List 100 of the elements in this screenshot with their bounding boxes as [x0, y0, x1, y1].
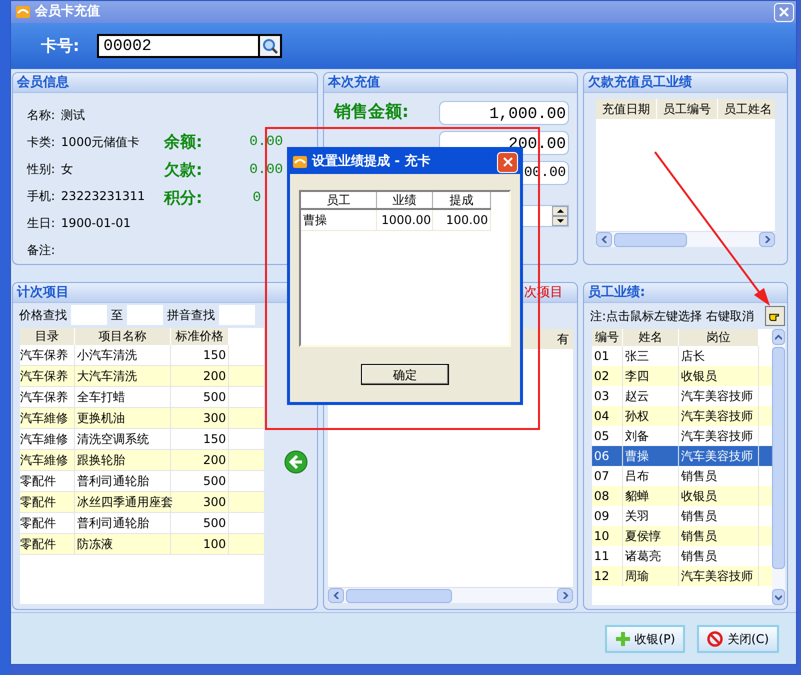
- balance-label: 积分:: [164, 187, 202, 209]
- scroll-thumb[interactable]: [772, 347, 785, 569]
- ok-button[interactable]: 确定: [361, 364, 449, 385]
- column-header: 有: [556, 331, 570, 348]
- field-label: 名称:: [27, 106, 56, 124]
- search-button[interactable]: [260, 34, 282, 58]
- table-cell: 200: [171, 450, 229, 470]
- scroll-down-button[interactable]: [772, 589, 785, 605]
- table-cell: 汽车維修: [20, 450, 75, 470]
- checkout-button[interactable]: 收银(P): [604, 624, 686, 652]
- field-value: 1000元储值卡: [61, 134, 140, 150]
- card-number-field[interactable]: 00002: [97, 34, 260, 58]
- table-cell: 500: [171, 471, 229, 491]
- balance-value: 0: [252, 188, 261, 208]
- field-value: 测试: [61, 106, 86, 124]
- pinyin-field[interactable]: [219, 304, 255, 324]
- close-button[interactable]: [774, 2, 794, 22]
- panel-title: 欠款充值员工业绩: [588, 74, 692, 92]
- search-label: 拼音查找: [167, 306, 215, 324]
- column-header: 充值日期: [596, 99, 657, 119]
- table-cell: 200: [171, 366, 229, 386]
- field-value: 1900-01-01: [61, 214, 131, 232]
- up-arrow-icon: [556, 209, 564, 213]
- table-cell: 零配件: [20, 534, 75, 554]
- table-cell: 大汽车清洗: [75, 366, 171, 386]
- table-cell: 100: [171, 534, 229, 554]
- staff-row[interactable]: 02 李四 收银员: [592, 366, 772, 386]
- panel-title: 会员信息: [17, 74, 69, 92]
- spin-up-button[interactable]: [552, 206, 568, 216]
- scroll-right-button[interactable]: [557, 588, 573, 603]
- table-cell: 防冻液: [75, 534, 171, 554]
- spin-down-button[interactable]: [552, 216, 568, 226]
- staff-row[interactable]: 06 曹操 汽车美容技师: [592, 446, 772, 466]
- staff-row[interactable]: 12 周瑜 汽车美容技师: [592, 566, 772, 586]
- panel-title: 员工业绩:: [588, 284, 646, 302]
- no-entry-icon: [707, 630, 724, 646]
- table-cell: 汽车保养: [20, 345, 75, 365]
- amount-field[interactable]: 1,000.00: [439, 101, 569, 125]
- field-label: 性别:: [27, 160, 56, 178]
- table-cell: 汽车美容技师: [679, 566, 759, 586]
- table-cell: 零配件: [20, 471, 75, 491]
- horizontal-scrollbar[interactable]: [596, 231, 775, 247]
- amount-label: 销售金额:: [334, 101, 409, 124]
- price-from-field[interactable]: [71, 304, 107, 324]
- scroll-up-button[interactable]: [772, 329, 785, 345]
- close-window-button[interactable]: 关闭(C): [697, 624, 779, 652]
- table-cell: 500: [171, 513, 229, 533]
- table-cell: 汽车保养: [20, 366, 75, 386]
- table-cell: 周瑜: [623, 566, 679, 586]
- window-title: 会员卡充值: [35, 2, 100, 22]
- down-arrow-icon: [556, 219, 564, 223]
- plus-icon: [614, 630, 631, 646]
- search-icon: [262, 38, 278, 54]
- scroll-right-button[interactable]: [759, 232, 775, 247]
- app-icon: [15, 4, 31, 20]
- table-cell: 清洗空调系统: [75, 429, 171, 449]
- table-cell: 冰丝四季通用座套: [75, 492, 171, 512]
- pointer-button[interactable]: [765, 306, 785, 326]
- field-label: 备注:: [27, 242, 56, 258]
- column-header: 提成: [433, 192, 491, 208]
- close-icon: [502, 157, 512, 167]
- column-header: 业绩: [377, 192, 433, 208]
- close-icon: [779, 7, 789, 17]
- table-cell: 普利司通轮胎: [75, 513, 171, 533]
- vertical-scrollbar[interactable]: [772, 329, 785, 605]
- table-cell: 零配件: [20, 513, 75, 533]
- table-cell: 100.00: [433, 210, 491, 230]
- price-to-field[interactable]: [127, 304, 163, 324]
- table-cell: 500: [171, 387, 229, 407]
- table-cell: 12: [592, 566, 623, 586]
- scroll-thumb[interactable]: [614, 232, 686, 246]
- table-cell: 零配件: [20, 492, 75, 512]
- horizontal-scrollbar[interactable]: [328, 587, 573, 603]
- close-button[interactable]: [497, 152, 518, 172]
- table-cell: 汽车維修: [20, 408, 75, 428]
- staff-note: 注:点击鼠标左键选择 右键取消: [590, 308, 754, 325]
- search-label: 至: [111, 306, 123, 324]
- field-label: 生日:: [27, 214, 56, 232]
- panel-title: 计次项目: [17, 284, 69, 302]
- card-label: 卡号:: [41, 35, 80, 57]
- table-cell: 普利司通轮胎: [75, 471, 171, 491]
- dialog-title: 设置业绩提成 - 充卡: [312, 152, 430, 172]
- search-label: 价格查找: [19, 306, 67, 324]
- table-cell: 跟换轮胎: [75, 450, 171, 470]
- balance-label: 余额:: [164, 131, 202, 153]
- field-label: 手机:: [27, 188, 56, 204]
- app-icon: [292, 154, 308, 170]
- table-cell: 曹操: [301, 210, 377, 230]
- balance-label: 欠款:: [164, 159, 202, 181]
- staff-row[interactable]: 04 孙权 汽车美容技师: [592, 406, 772, 426]
- table-cell: 更换机油: [75, 408, 171, 428]
- scroll-left-button[interactable]: [596, 232, 612, 247]
- staff-row[interactable]: 08 貂蝉 收银员: [592, 486, 772, 506]
- table-cell: 150: [171, 429, 229, 449]
- scroll-left-button[interactable]: [328, 588, 344, 603]
- staff-row[interactable]: 10 夏侯惇 销售员: [592, 526, 772, 546]
- table-cell: 小汽车清洗: [75, 345, 171, 365]
- table-cell: 150: [171, 345, 229, 365]
- field-label: 卡类:: [27, 134, 56, 150]
- scroll-thumb[interactable]: [346, 588, 452, 602]
